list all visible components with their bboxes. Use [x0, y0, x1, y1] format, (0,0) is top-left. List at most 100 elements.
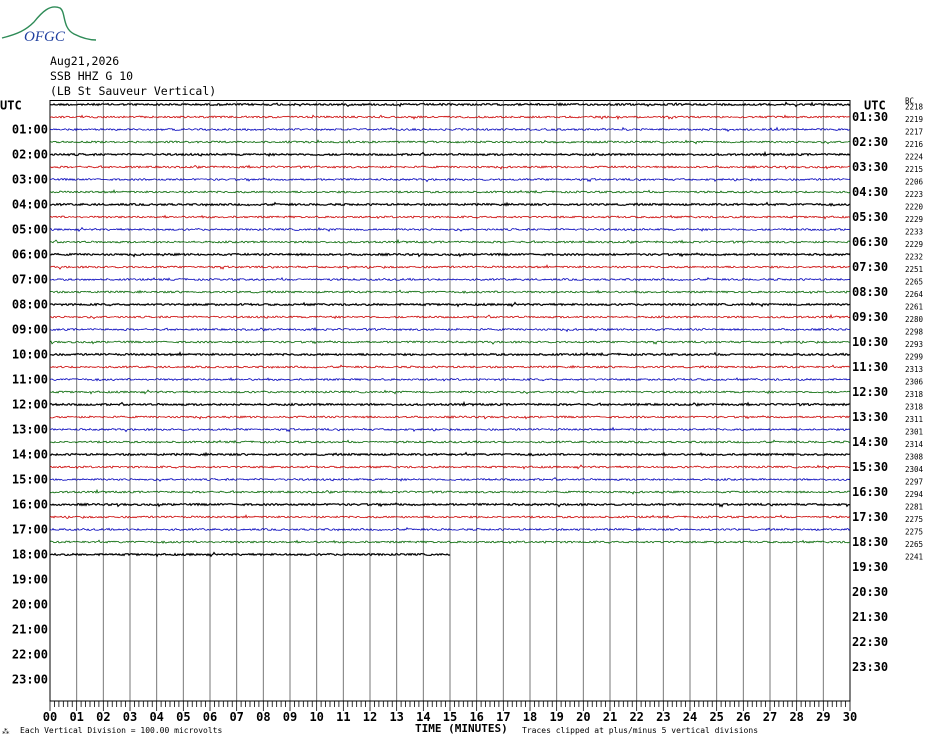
x-tick-label: 11 [336, 710, 350, 724]
trace-count: 2314 [905, 440, 924, 449]
left-hour-label: 06:00 [12, 248, 48, 262]
x-tick-label: 22 [629, 710, 643, 724]
left-hour-label: 17:00 [12, 523, 48, 537]
right-hour-label: 15:30 [852, 460, 888, 474]
x-tick-label: 09 [283, 710, 297, 724]
right-hour-label: 13:30 [852, 410, 888, 424]
trace-count: 2216 [905, 140, 924, 149]
trace-count: 2280 [905, 315, 924, 324]
left-hour-label: 09:00 [12, 323, 48, 337]
right-hour-label: 05:30 [852, 210, 888, 224]
trace-count: 2275 [905, 528, 923, 537]
x-tick-label: 04 [149, 710, 163, 724]
trace-count: 2298 [905, 328, 924, 337]
x-tick-label: 19 [549, 710, 563, 724]
left-hour-label: 07:00 [12, 273, 48, 287]
trace-count: 2318 [905, 390, 924, 399]
x-tick-label: 12 [363, 710, 377, 724]
x-tick-label: 21 [603, 710, 617, 724]
x-tick-label: 01 [69, 710, 83, 724]
footer-mark: ⁂ [2, 727, 10, 736]
helicorder-plot: 22 18 2219 2217 2216 2224 2215 2206 2223 2220 2229… [0, 97, 924, 737]
x-tick-label: 23 [656, 710, 670, 724]
trace-count: 2241 [905, 553, 923, 562]
trace-count: 2306 [905, 378, 924, 387]
right-hour-label: 01:30 [852, 110, 888, 124]
left-hour-label: 20:00 [12, 598, 48, 612]
x-tick-label: 06 [203, 710, 217, 724]
trace-count: 2251 [905, 265, 923, 274]
left-hour-label: 21:00 [12, 623, 48, 637]
trace-count: 2265 [905, 278, 923, 287]
right-hour-label: 10:30 [852, 335, 888, 349]
left-hour-label: 13:00 [12, 423, 48, 437]
trace-count: 2304 [905, 465, 924, 474]
trace-count: 2229 [905, 240, 923, 249]
x-tick-label: 08 [256, 710, 270, 724]
right-hour-label: 23:30 [852, 660, 888, 674]
x-axis-title: TIME (MINUTES) [415, 722, 508, 735]
trace-count: 2265 [905, 540, 923, 549]
left-hour-label: 02:00 [12, 148, 48, 162]
right-hour-label: 16:30 [852, 485, 888, 499]
trace-count: 2232 [905, 253, 923, 262]
left-hour-label: 23:00 [12, 673, 48, 687]
x-tick-label: 30 [843, 710, 857, 724]
right-hour-label: 02:30 [852, 135, 888, 149]
trace-count: 2308 [905, 453, 924, 462]
x-tick-label: 00 [43, 710, 57, 724]
left-hour-label: 16:00 [12, 498, 48, 512]
trace-count: 2301 [905, 428, 923, 437]
trace-count: 2261 [905, 303, 923, 312]
trace-count: 2297 [905, 478, 923, 487]
right-hour-label: 09:30 [852, 310, 888, 324]
trace-count: 2217 [905, 128, 923, 137]
right-hour-label: 12:30 [852, 385, 888, 399]
right-hour-label: 22:30 [852, 635, 888, 649]
left-hour-label: 08:00 [12, 298, 48, 312]
trace-count: 2264 [905, 290, 924, 299]
right-hour-label: 08:30 [852, 285, 888, 299]
trace-count: 2206 [905, 178, 924, 187]
right-hour-label: 06:30 [852, 235, 888, 249]
footer-scale: Each Vertical Division = 100.00 microvol… [20, 726, 222, 735]
trace-count: 2223 [905, 190, 923, 199]
trace-count: 2219 [905, 115, 923, 124]
trace-count: 2275 [905, 515, 923, 524]
right-hour-label: 20:30 [852, 585, 888, 599]
time-grid [49, 100, 851, 702]
x-tick-label: 13 [389, 710, 403, 724]
left-hour-label: 05:00 [12, 223, 48, 237]
right-hour-label: 14:30 [852, 435, 888, 449]
x-tick-label: 10 [309, 710, 323, 724]
trace-count: 2233 [905, 228, 923, 237]
right-hour-label: 21:30 [852, 610, 888, 624]
right-corner-label: BC [905, 97, 914, 106]
trace-count: 2318 [905, 403, 924, 412]
x-tick-label: 05 [176, 710, 190, 724]
right-hour-label: 17:30 [852, 510, 888, 524]
x-tick-label: 20 [576, 710, 590, 724]
x-tick-label: 26 [736, 710, 750, 724]
left-hour-label: 01:00 [12, 123, 48, 137]
left-hour-label: 14:00 [12, 448, 48, 462]
trace-count: 2311 [905, 415, 923, 424]
right-hour-label: 07:30 [852, 260, 888, 274]
right-hour-label: 03:30 [852, 160, 888, 174]
x-tick-label: 24 [683, 710, 697, 724]
trace-count: 2313 [905, 365, 923, 374]
left-hour-label: 04:00 [12, 198, 48, 212]
right-hour-label: 19:30 [852, 560, 888, 574]
trace-count: 2229 [905, 215, 923, 224]
left-axis-title: UTC [0, 99, 22, 113]
trace-count: 2299 [905, 353, 923, 362]
x-tick-label: 18 [523, 710, 537, 724]
left-hour-label: 19:00 [12, 573, 48, 587]
left-hour-label: 10:00 [12, 348, 48, 362]
x-tick-label: 02 [96, 710, 110, 724]
x-tick-label: 07 [229, 710, 243, 724]
left-hour-label: 18:00 [12, 548, 48, 562]
left-hour-label: 11:00 [12, 373, 48, 387]
trace-count: 2294 [905, 490, 924, 499]
left-hour-label: 03:00 [12, 173, 48, 187]
